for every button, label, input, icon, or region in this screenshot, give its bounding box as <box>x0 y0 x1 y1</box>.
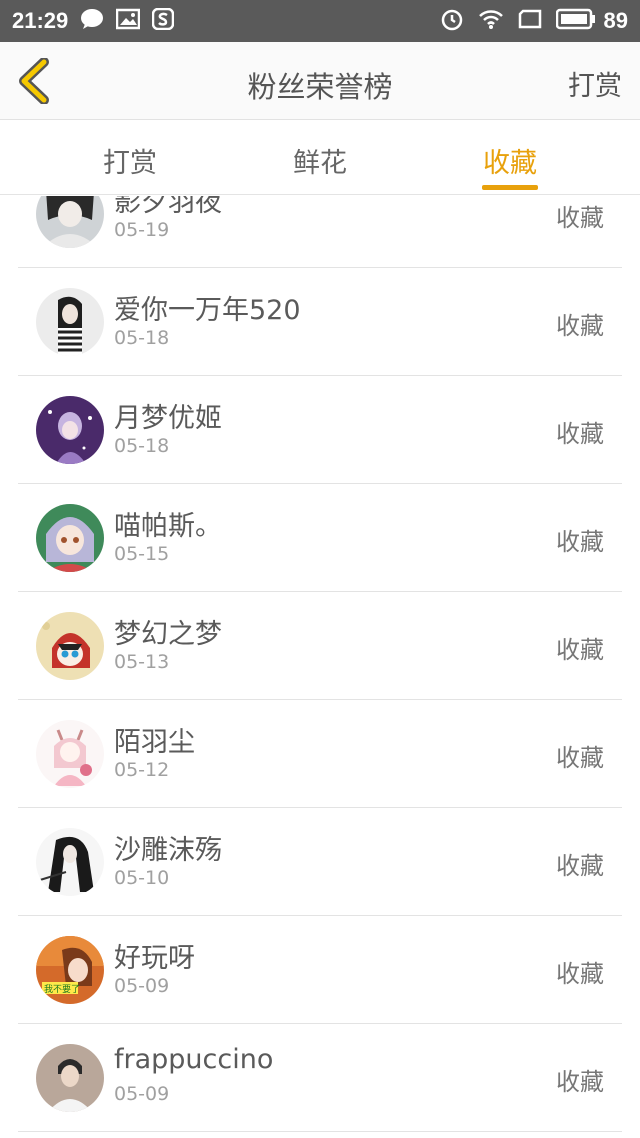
avatar[interactable] <box>36 396 104 464</box>
row-action: 收藏 <box>556 744 604 772</box>
avatar[interactable] <box>36 1044 104 1112</box>
row-action: 收藏 <box>556 852 604 880</box>
active-tab-indicator <box>482 185 538 190</box>
list-item[interactable]: frappuccino 05-09 收藏 <box>0 1024 640 1132</box>
row-action: 收藏 <box>556 420 604 448</box>
row-name: 爱你一万年520 <box>114 295 301 326</box>
wifi-icon <box>478 8 504 34</box>
row-name: 梦幻之梦 <box>114 619 222 650</box>
list-item[interactable]: 喵帕斯。 05-15 收藏 <box>0 484 640 592</box>
avatar[interactable]: 我不要了 <box>36 936 104 1004</box>
list-item[interactable]: 爱你一万年520 05-18 收藏 <box>0 268 640 376</box>
status-bar: 21:29 89 <box>0 0 640 42</box>
list-item[interactable]: 月梦优姬 05-18 收藏 <box>0 376 640 484</box>
row-action: 收藏 <box>556 636 604 664</box>
list-item[interactable]: 我不要了 好玩呀 05-09 收藏 <box>0 916 640 1024</box>
row-date: 05-09 <box>114 975 170 997</box>
row-action: 收藏 <box>556 312 604 340</box>
avatar[interactable] <box>36 720 104 788</box>
header: 粉丝荣誉榜 打赏 <box>0 42 640 120</box>
svg-text:我不要了: 我不要了 <box>44 984 80 995</box>
avatar[interactable] <box>36 828 104 896</box>
list-item[interactable]: 梦幻之梦 05-13 收藏 <box>0 592 640 700</box>
row-date: 05-13 <box>114 651 170 673</box>
row-action: 收藏 <box>556 528 604 556</box>
battery-level: 89 <box>603 8 628 33</box>
tab-flowers[interactable]: 鲜花 <box>260 141 380 180</box>
reward-button[interactable]: 打赏 <box>568 64 622 103</box>
alarm-icon <box>440 7 464 35</box>
status-time: 21:29 <box>12 8 69 33</box>
tab-bar: 打赏 鲜花 收藏 <box>0 121 640 195</box>
row-date: 05-15 <box>114 543 170 565</box>
row-date: 05-18 <box>114 327 170 349</box>
avatar[interactable] <box>36 612 104 680</box>
row-name: 喵帕斯。 <box>114 511 222 542</box>
fan-list[interactable]: 影夕羽夜 05-19 收藏 爱你一万年520 05-18 收藏 月梦优姬 05-… <box>0 196 640 1138</box>
row-name: 好玩呀 <box>114 943 195 974</box>
row-date: 05-12 <box>114 759 170 781</box>
avatar[interactable] <box>36 504 104 572</box>
list-item[interactable]: 陌羽尘 05-12 收藏 <box>0 700 640 808</box>
row-name: 沙雕沫殇 <box>114 835 222 866</box>
screen-icon <box>518 8 542 34</box>
tab-reward[interactable]: 打赏 <box>70 141 190 180</box>
row-date: 05-18 <box>114 435 170 457</box>
s-app-icon <box>152 7 175 34</box>
avatar[interactable] <box>36 288 104 356</box>
row-date: 05-19 <box>114 219 170 241</box>
battery-icon <box>555 8 596 34</box>
chat-icon <box>80 8 104 34</box>
row-date: 05-10 <box>114 867 170 889</box>
row-name: 陌羽尘 <box>114 727 195 758</box>
list-item[interactable]: 沙雕沫殇 05-10 收藏 <box>0 808 640 916</box>
image-icon <box>116 8 141 34</box>
row-name: 月梦优姬 <box>114 403 222 434</box>
page-title: 粉丝荣誉榜 <box>247 70 393 104</box>
list-item[interactable]: 影夕羽夜 05-19 收藏 <box>0 196 640 268</box>
row-action: 收藏 <box>556 960 604 988</box>
row-name: 影夕羽夜 <box>114 196 222 218</box>
row-name: frappuccino <box>114 1044 274 1075</box>
tab-favorites[interactable]: 收藏 <box>450 141 570 180</box>
row-action: 收藏 <box>556 204 604 232</box>
divider <box>18 1131 622 1132</box>
row-action: 收藏 <box>556 1068 604 1096</box>
row-date: 05-09 <box>114 1083 170 1105</box>
avatar[interactable] <box>36 196 104 248</box>
